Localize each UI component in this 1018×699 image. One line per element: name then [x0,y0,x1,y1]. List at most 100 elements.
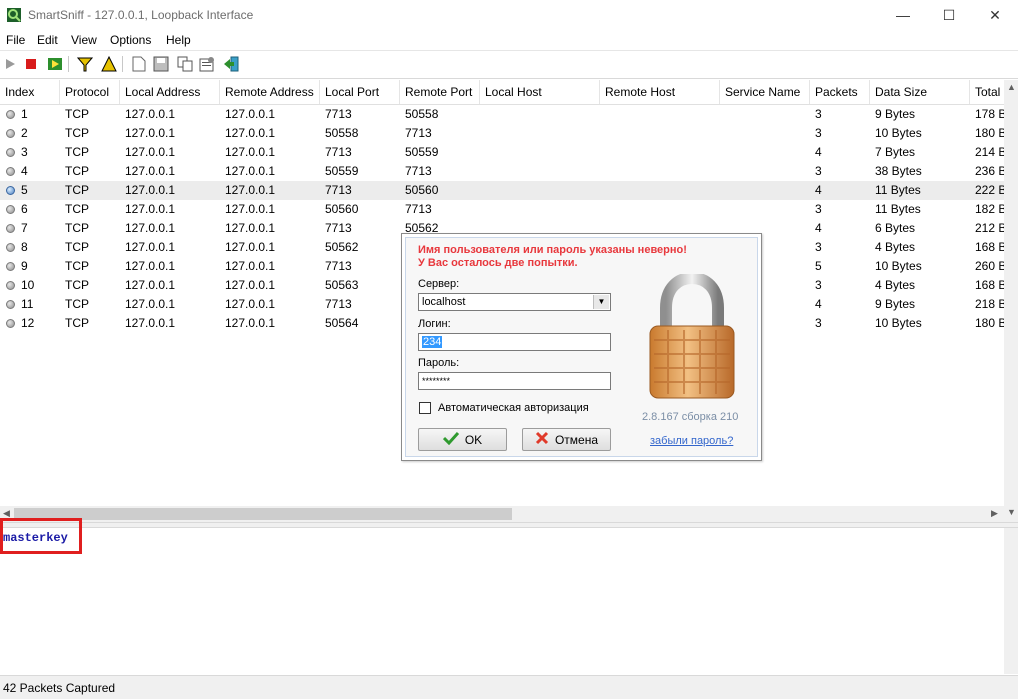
menu-help[interactable]: Help [166,33,191,47]
table-row[interactable]: 5 TCP 127.0.0.1 127.0.0.1 7713 50560 4 11 Bytes… [0,181,1004,200]
connection-status-icon [6,129,15,138]
cell-local-address: 127.0.0.1 [125,316,176,330]
scroll-right-arrow-icon[interactable]: ▶ [991,508,998,519]
toolbar-separator [68,56,69,72]
vertical-scrollbar[interactable]: ▲ ▼ [1004,80,1018,522]
cell-total-size: 180 Bytes [975,316,1004,330]
error-message: Имя пользователя или пароль указаны неве… [418,244,687,270]
cell-protocol: TCP [65,183,89,197]
scroll-down-arrow-icon[interactable]: ▼ [1007,507,1016,517]
stop-icon[interactable] [22,55,40,73]
cell-local-port: 7713 [325,145,352,159]
stream-content-pane[interactable]: masterkey [0,528,1004,674]
cell-local-address: 127.0.0.1 [125,221,176,235]
packets-captured-status: 42 Packets Captured [3,681,116,695]
cell-local-port: 50559 [325,164,359,178]
toolbar [0,51,1018,79]
cell-data-size: 9 Bytes [875,297,916,311]
auto-auth-label[interactable]: Автоматическая авторизация [438,402,589,414]
save-icon[interactable] [152,55,170,73]
cell-index: 3 [21,145,28,159]
cross-icon [535,431,549,448]
col-local-port-header[interactable]: Local Port [320,80,400,104]
cell-protocol: TCP [65,278,89,292]
filter-icon[interactable] [76,55,94,73]
col-local-host-header[interactable]: Local Host [480,80,600,104]
server-label: Сервер: [418,278,460,290]
table-row[interactable]: 2 TCP 127.0.0.1 127.0.0.1 50558 7713 3 10 Bytes… [0,124,1004,143]
filter-off-icon[interactable] [100,55,118,73]
globe-icon [6,186,15,195]
cell-data-size: 7 Bytes [875,145,916,159]
cell-total-size: 168 Bytes [975,240,1004,254]
cell-total-size: 260 Bytes [975,259,1004,273]
cell-service-name [725,162,809,181]
cancel-button[interactable]: Отмена [522,428,611,451]
status-bar: 42 Packets Captured [0,675,1018,699]
cell-protocol: TCP [65,316,89,330]
cell-index: 1 [21,107,28,121]
server-select[interactable]: localhost ▼ [418,293,611,311]
col-total-size-header[interactable]: Total Size [970,80,1004,104]
col-remote-port-header[interactable]: Remote Port [400,80,480,104]
col-remote-host-header[interactable]: Remote Host [600,80,720,104]
cell-remote-address: 127.0.0.1 [225,240,276,254]
forgot-password-link[interactable]: забыли пароль? [650,435,733,447]
table-row[interactable]: 1 TCP 127.0.0.1 127.0.0.1 7713 50558 3 9 Bytes 1… [0,105,1004,124]
connection-status-icon [6,205,15,214]
password-input-value: ******** [422,376,451,386]
maximize-button[interactable]: ☐ [926,0,972,30]
cell-remote-address: 127.0.0.1 [225,183,276,197]
minimize-button[interactable]: — [880,0,926,30]
cell-local-host [485,162,599,181]
cell-remote-address: 127.0.0.1 [225,316,276,330]
table-row[interactable]: 6 TCP 127.0.0.1 127.0.0.1 50560 7713 3 11 Bytes… [0,200,1004,219]
col-service-name-header[interactable]: Service Name [720,80,810,104]
cancel-button-label: Отмена [554,432,599,447]
table-row[interactable]: 3 TCP 127.0.0.1 127.0.0.1 7713 50559 4 7 Bytes 2… [0,143,1004,162]
col-protocol-header[interactable]: Protocol [60,80,120,104]
start-capture-icon[interactable] [46,55,64,73]
cell-local-address: 127.0.0.1 [125,183,176,197]
properties-icon[interactable] [198,55,216,73]
col-local-address-header[interactable]: Local Address [120,80,220,104]
cell-packets: 4 [815,297,822,311]
copy-icon[interactable] [176,55,194,73]
table-row[interactable]: 4 TCP 127.0.0.1 127.0.0.1 50559 7713 3 38 Bytes… [0,162,1004,181]
horizontal-scrollbar[interactable]: ◀ ▶ [0,506,1004,522]
cell-protocol: TCP [65,297,89,311]
ok-button[interactable]: OK [418,428,507,451]
chevron-down-icon[interactable]: ▼ [593,295,609,309]
cell-service-name [725,143,809,162]
col-packets-header[interactable]: Packets [810,80,870,104]
error-message-line1: Имя пользователя или пароль указаны неве… [418,244,687,256]
exit-icon[interactable] [222,55,240,73]
cell-service-name [725,105,809,124]
col-data-size-header[interactable]: Data Size [870,80,970,104]
version-label: 2.8.167 сборка 210 [642,411,739,423]
horizontal-scroll-thumb[interactable] [14,508,512,520]
menu-view[interactable]: View [71,33,97,47]
menu-file[interactable]: File [6,33,25,47]
password-input[interactable]: ******** [418,372,611,390]
cell-packets: 3 [815,164,822,178]
cell-index: 2 [21,126,28,140]
connection-status-icon [6,110,15,119]
col-remote-address-header[interactable]: Remote Address [220,80,320,104]
col-index-header[interactable]: Index [0,80,60,104]
login-input[interactable]: 234 [418,333,611,351]
cell-total-size: 168 Bytes [975,278,1004,292]
cell-local-address: 127.0.0.1 [125,297,176,311]
menu-edit[interactable]: Edit [37,33,58,47]
play-icon[interactable] [1,55,19,73]
cell-protocol: TCP [65,240,89,254]
cell-packets: 3 [815,126,822,140]
close-button[interactable]: ✕ [972,0,1018,30]
content-vertical-scrollbar[interactable] [1004,528,1018,674]
login-label: Логин: [418,318,451,330]
auto-auth-checkbox[interactable] [419,402,431,414]
new-icon[interactable] [130,55,148,73]
padlock-icon [644,271,740,407]
menu-options[interactable]: Options [110,33,151,47]
scroll-up-arrow-icon[interactable]: ▲ [1007,82,1016,92]
